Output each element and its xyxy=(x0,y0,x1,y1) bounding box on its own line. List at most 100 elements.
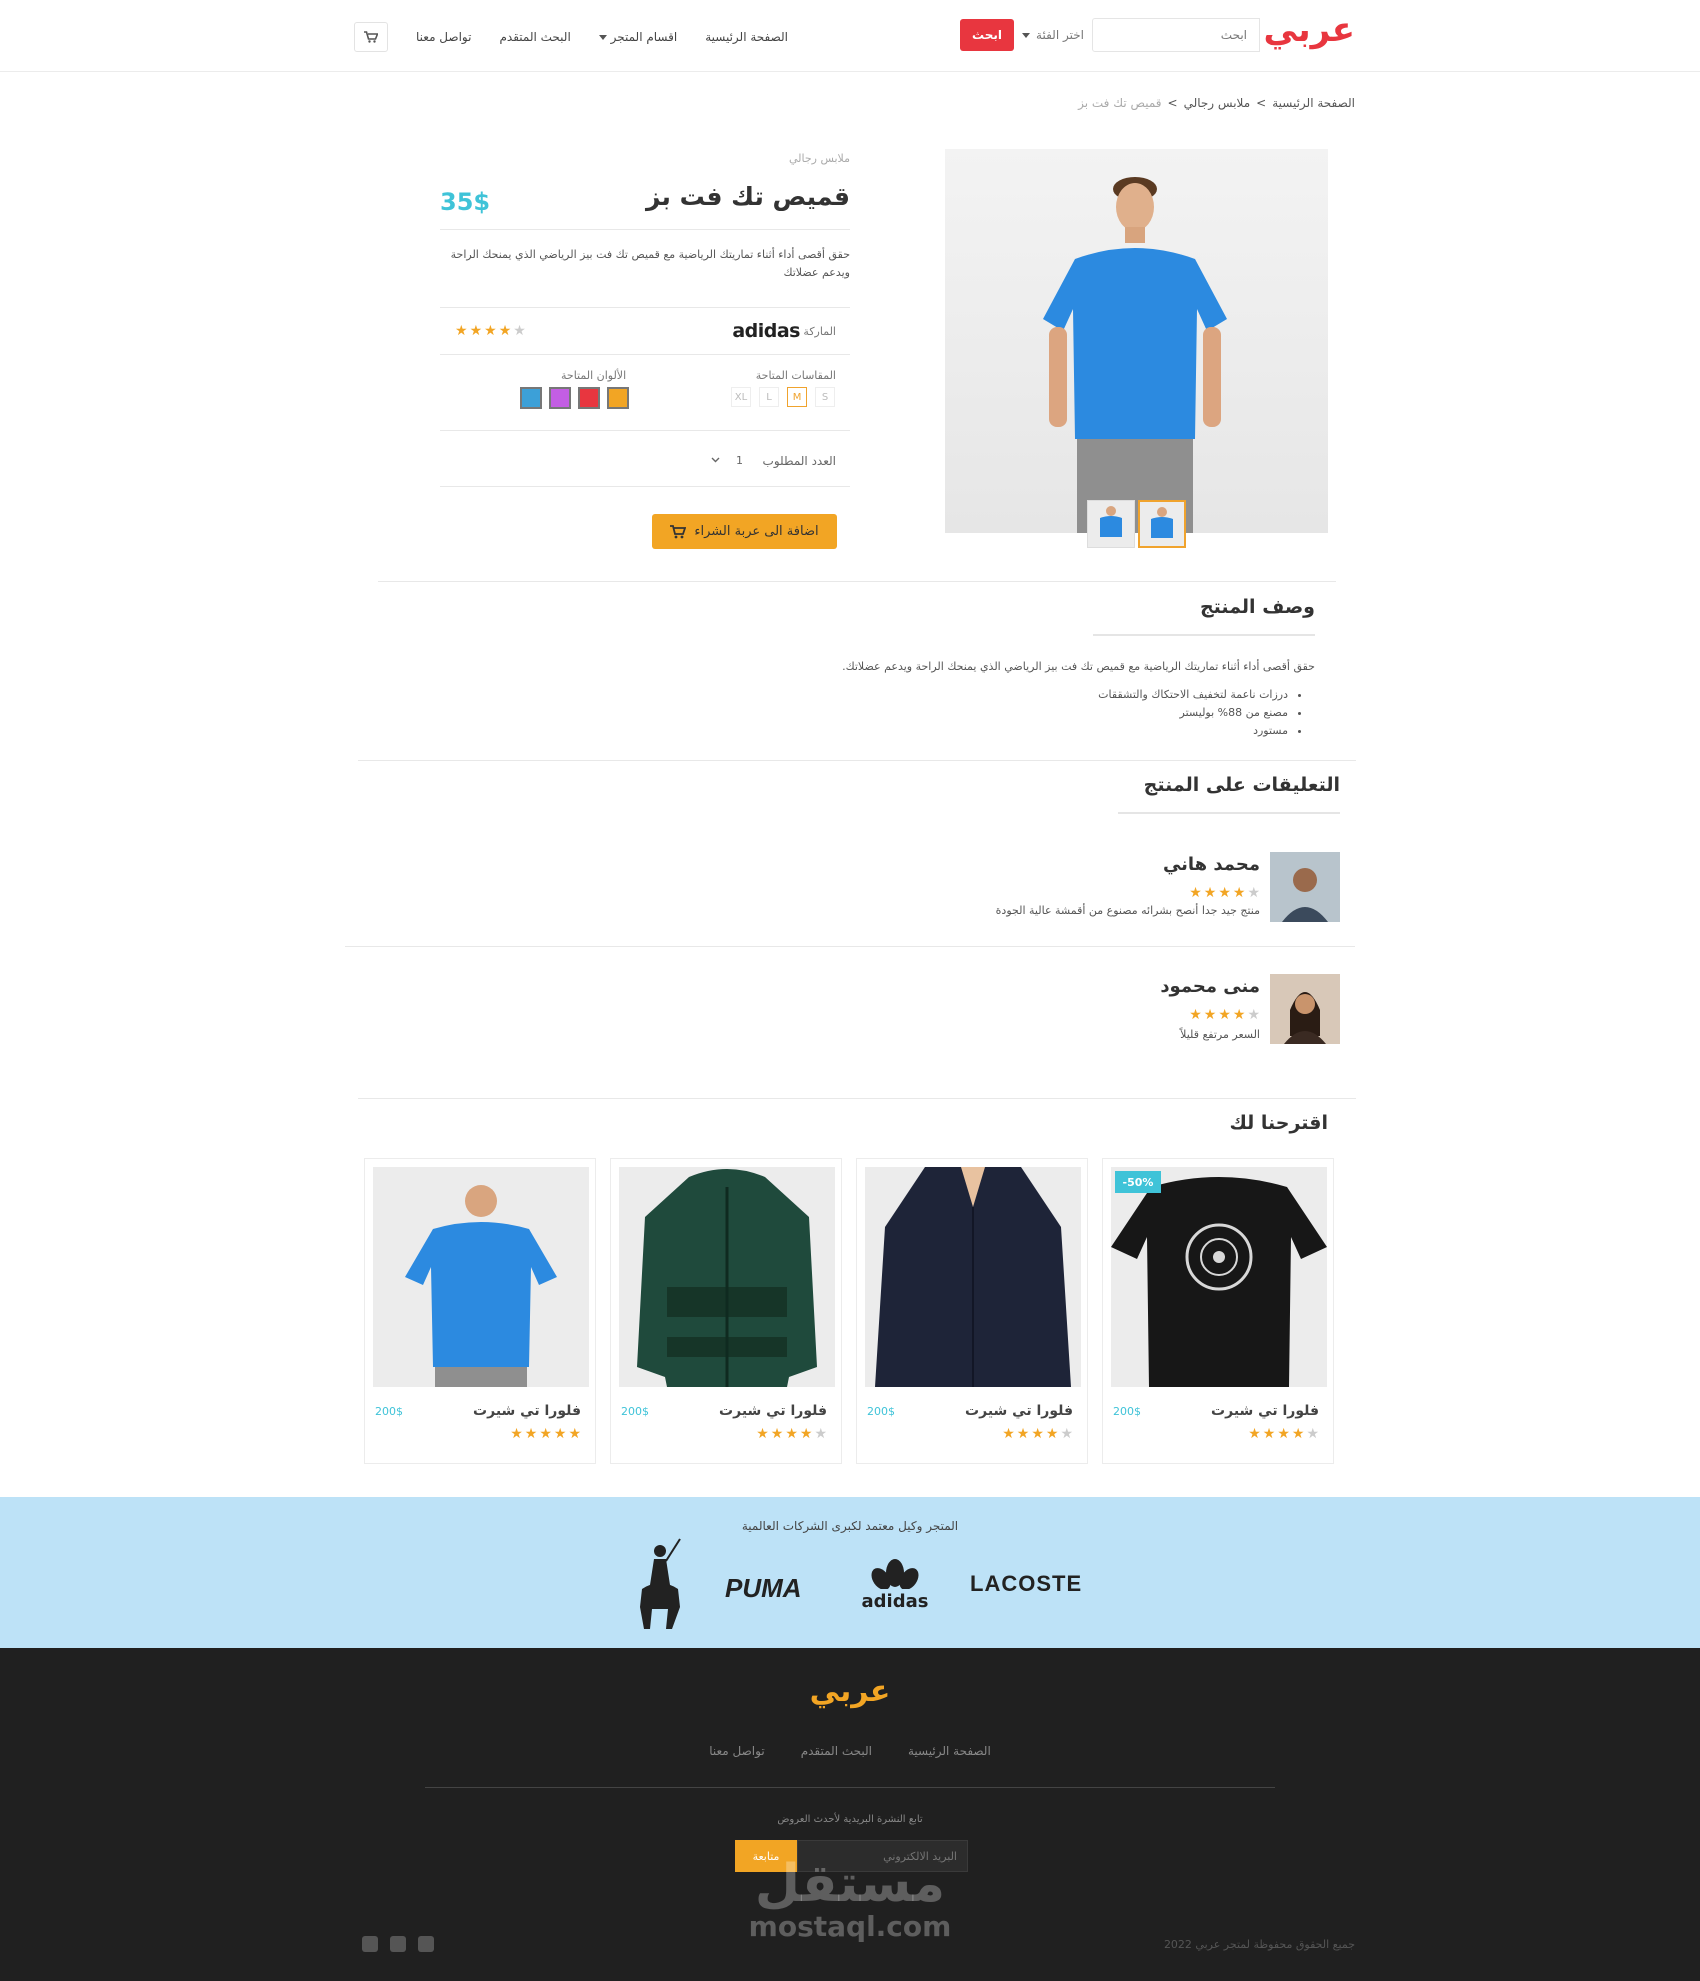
review-rating: ★ ★ ★ ★ ★ xyxy=(1189,1008,1260,1022)
star-icon: ★ xyxy=(1218,1007,1231,1023)
product-card-image xyxy=(1111,1167,1327,1387)
star-icon: ★ xyxy=(1247,885,1260,901)
star-icon: ★ xyxy=(1218,885,1231,901)
star-icon: ★ xyxy=(1002,1426,1015,1442)
star-icon: ★ xyxy=(1045,1426,1059,1442)
breadcrumb-home[interactable]: الصفحة الرئيسية xyxy=(1272,96,1355,110)
instagram-icon[interactable] xyxy=(362,1936,378,1952)
title-underline xyxy=(1093,634,1315,636)
product-card-price: 200$ xyxy=(375,1405,403,1418)
nav-home[interactable]: الصفحة الرئيسية xyxy=(705,30,788,44)
product-card-title[interactable]: فلورا تي شيرت xyxy=(473,1403,581,1419)
category-select[interactable]: اختر الفئة xyxy=(1014,18,1092,52)
star-icon: ★ xyxy=(1060,1426,1073,1442)
product-card-rating: ★ ★ ★ ★ ★ xyxy=(1248,1427,1319,1441)
star-icon: ★ xyxy=(539,1426,552,1442)
avatar xyxy=(1270,852,1340,922)
size-option[interactable]: XL xyxy=(731,387,751,407)
nav-store-sections[interactable]: اقسام المتجر xyxy=(598,30,677,44)
chevron-down-icon xyxy=(1022,32,1031,38)
brand-logos: LACOSTE adidas PUMA xyxy=(0,1537,1700,1637)
star-icon: ★ xyxy=(524,1426,538,1442)
thumbnail-image xyxy=(1151,507,1173,538)
size-option[interactable]: L xyxy=(759,387,779,407)
product-title: قميص تك فت بز xyxy=(646,182,850,211)
product-card[interactable]: فلورا تي شيرت 200$ ★ ★ ★ ★ ★ xyxy=(856,1158,1088,1464)
color-swatch[interactable] xyxy=(549,387,571,409)
product-thumbnail[interactable] xyxy=(1138,500,1186,548)
brands-band: المتجر وكيل معتمد لكبرى الشركات العالمية… xyxy=(0,1497,1700,1648)
divider xyxy=(345,946,1355,947)
description-title: وصف المنتج xyxy=(1199,596,1315,618)
thumbnail-image xyxy=(1100,506,1122,537)
newsletter-label: تابع النشرة البريدية لأحدث العروض xyxy=(777,1814,923,1825)
star-icon: ★ xyxy=(799,1426,813,1442)
product-card-title[interactable]: فلورا تي شيرت xyxy=(1211,1403,1319,1419)
blue-tshirt-image xyxy=(373,1167,589,1387)
size-option[interactable]: M xyxy=(787,387,807,407)
product-long-description: حقق أقصى أداء أثناء تماريتك الرياضية مع … xyxy=(842,660,1315,673)
reviewer-photo xyxy=(1270,852,1340,922)
navy-blouse-image xyxy=(865,1167,1081,1387)
star-icon: ★ xyxy=(814,1426,827,1442)
quantity-select[interactable]: 1 xyxy=(703,446,751,474)
product-card[interactable]: فلورا تي شيرت 200$ ★ ★ ★ ★ ★ xyxy=(610,1158,842,1464)
black-tshirt-image xyxy=(1111,1167,1327,1387)
star-icon: ★ xyxy=(770,1426,784,1442)
size-option[interactable]: S xyxy=(815,387,835,407)
add-to-cart-button[interactable]: اضافة الى عربة الشراء xyxy=(652,514,837,549)
color-swatch[interactable] xyxy=(578,387,600,409)
star-icon: ★ xyxy=(1291,1426,1305,1442)
category-select-label: اختر الفئة xyxy=(1036,28,1084,42)
star-icon: ★ xyxy=(469,323,483,339)
section-divider xyxy=(358,760,1356,761)
footer-nav-contact[interactable]: تواصل معنا xyxy=(709,1744,764,1758)
product-card-rating: ★ ★ ★ ★ ★ xyxy=(756,1427,827,1441)
product-card-title[interactable]: فلورا تي شيرت xyxy=(719,1403,827,1419)
brand-logo-polo xyxy=(636,1537,684,1637)
cart-icon xyxy=(670,524,687,538)
color-swatch[interactable] xyxy=(607,387,629,409)
star-icon: ★ xyxy=(510,1426,523,1442)
product-card-price: 200$ xyxy=(1113,1405,1141,1418)
color-swatch[interactable] xyxy=(520,387,542,409)
feature-item: مستورد xyxy=(1098,722,1288,740)
footer-nav-advanced-search[interactable]: البحث المتقدم xyxy=(801,1744,872,1758)
facebook-icon[interactable] xyxy=(418,1936,434,1952)
star-icon: ★ xyxy=(513,323,526,339)
star-icon: ★ xyxy=(1248,1426,1261,1442)
nav-contact[interactable]: تواصل معنا xyxy=(416,30,471,44)
feature-item: درزات ناعمة لتخفيف الاحتكاك والتشققات xyxy=(1098,686,1288,704)
model-blue-tshirt-image xyxy=(1043,177,1227,533)
review-text: منتج جيد جدا أنصح بشرائه مصنوع من أقمشة … xyxy=(995,904,1260,917)
star-icon: ★ xyxy=(553,1426,567,1442)
footer-logo[interactable]: عربي xyxy=(0,1674,1700,1709)
product-card-title[interactable]: فلورا تي شيرت xyxy=(965,1403,1073,1419)
product-card-image xyxy=(865,1167,1081,1387)
search-button[interactable]: ابحث xyxy=(960,19,1014,51)
cart-button[interactable] xyxy=(354,22,388,52)
watermark-latin: mostaql.com xyxy=(748,1910,952,1943)
review-text: السعر مرتفع قليلاً xyxy=(1180,1028,1260,1041)
product-card-rating: ★ ★ ★ ★ ★ xyxy=(1002,1427,1073,1441)
product-card-price: 200$ xyxy=(621,1405,649,1418)
quantity-value: 1 xyxy=(736,453,743,467)
reviewer-name: منى محمود xyxy=(1160,976,1260,997)
polo-player-icon xyxy=(640,1538,681,1629)
divider xyxy=(440,307,850,308)
search-input[interactable] xyxy=(1092,18,1260,52)
suggestions-title: اقترحنا لك xyxy=(1229,1112,1328,1134)
product-category: ملابس رجالي xyxy=(788,152,850,165)
star-icon: ★ xyxy=(1232,1007,1246,1023)
product-main-image[interactable] xyxy=(945,149,1328,533)
product-card[interactable]: فلورا تي شيرت 200$ ★ ★ ★ ★ ★ xyxy=(364,1158,596,1464)
footer-divider xyxy=(425,1787,1275,1788)
product-card[interactable]: -50% فلورا تي شيرت 200$ ★ ★ ★ ★ ★ xyxy=(1102,1158,1334,1464)
footer-nav-home[interactable]: الصفحة الرئيسية xyxy=(908,1744,991,1758)
breadcrumb-category[interactable]: ملابس رجالي xyxy=(1184,96,1251,110)
nav-advanced-search[interactable]: البحث المتقدم xyxy=(499,30,570,44)
site-logo[interactable]: عربي xyxy=(1263,10,1355,50)
product-thumbnail[interactable] xyxy=(1087,500,1135,548)
twitter-icon[interactable] xyxy=(390,1936,406,1952)
search-bar: اختر الفئة ابحث xyxy=(960,18,1260,52)
